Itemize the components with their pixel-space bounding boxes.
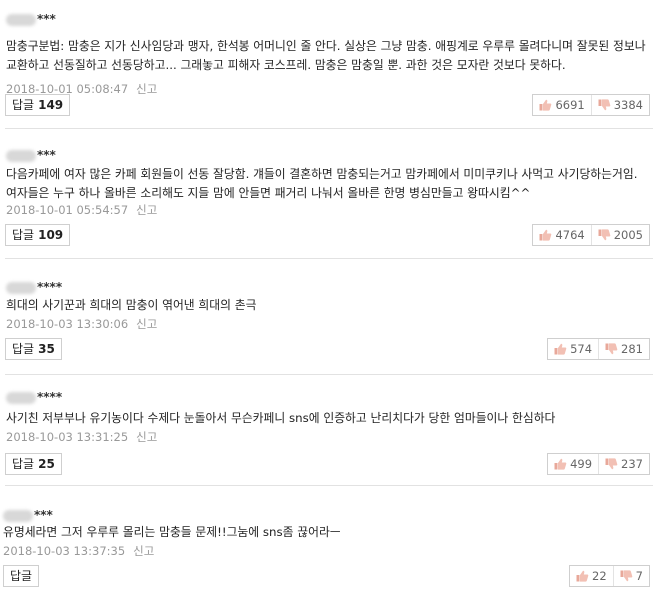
like-button[interactable]: 499 (548, 454, 598, 474)
dislike-button[interactable]: 237 (598, 454, 649, 474)
comment-date: 2018-10-01 05:54:57 (6, 203, 129, 217)
reply-button[interactable]: 답글 25 (5, 453, 62, 475)
comment-text: 다음카페에 여자 많은 카페 회원들이 선동 잘당함. 걔들이 결혼하면 맘충되… (6, 167, 638, 200)
thumbs-up-icon (554, 343, 567, 355)
thumbs-down-icon (620, 570, 632, 582)
dislike-count: 3384 (613, 98, 643, 112)
thumbs-down-icon (598, 229, 611, 241)
comment-divider (5, 374, 653, 375)
dislike-count: 7 (635, 569, 643, 583)
reply-label: 답글 (10, 569, 33, 583)
reply-button[interactable]: 답글 149 (5, 94, 71, 116)
comment-text: 희대의 사기꾼과 희대의 맘충이 엮어낸 희대의 촌극 (6, 298, 257, 312)
vote-group: 6691 3384 (532, 94, 650, 116)
like-button[interactable]: 574 (548, 339, 598, 359)
author-masked-name (6, 391, 36, 404)
report-link[interactable]: 신고 (136, 317, 157, 331)
author-masked-name (6, 281, 36, 294)
thumbs-down-icon (598, 99, 611, 111)
report-link[interactable]: 신고 (136, 82, 157, 96)
thumbs-down-icon (605, 458, 618, 470)
reply-button[interactable]: 답글 (3, 565, 40, 587)
reply-label: 답글 (12, 98, 35, 112)
thumbs-up-icon (576, 570, 589, 582)
comment-meta: 2018-10-03 13:30:06 신고 (6, 316, 157, 332)
dislike-count: 281 (621, 342, 643, 356)
comment-author: *** (6, 12, 56, 28)
like-count: 499 (570, 457, 593, 471)
comment-date: 2018-10-03 13:37:35 (3, 544, 126, 558)
report-link[interactable]: 신고 (133, 544, 154, 558)
author-masked-name (3, 509, 33, 522)
dislike-button[interactable]: 281 (598, 339, 649, 359)
like-button[interactable]: 4764 (533, 225, 590, 245)
comment-divider (5, 485, 653, 486)
comment-text: 유명세라면 그저 우루루 몰리는 맘충들 문제!!그눔에 sns좀 끊어라ㅡ (3, 525, 341, 539)
comment-author: **** (6, 280, 62, 296)
like-button[interactable]: 6691 (533, 95, 590, 115)
dislike-button[interactable]: 7 (612, 566, 649, 586)
dislike-button[interactable]: 3384 (590, 95, 649, 115)
reply-button[interactable]: 답글 35 (5, 338, 62, 360)
thumbs-down-icon (605, 343, 618, 355)
comment-divider (5, 128, 653, 129)
comment-meta: 2018-10-03 13:37:35 신고 (3, 543, 154, 559)
comment-author: *** (3, 508, 53, 524)
reply-count: 109 (38, 228, 64, 242)
like-count: 22 (592, 569, 607, 583)
like-button[interactable]: 22 (570, 566, 613, 586)
comment-date: 2018-10-03 13:31:25 (6, 430, 129, 444)
vote-group: 22 7 (569, 565, 650, 587)
thumbs-up-icon (539, 99, 552, 111)
dislike-count: 237 (621, 457, 643, 471)
dislike-count: 2005 (613, 228, 643, 242)
vote-group: 499 237 (547, 453, 650, 475)
reply-label: 답글 (12, 457, 35, 471)
comment-author: *** (6, 148, 56, 164)
comment-meta: 2018-10-01 05:54:57 신고 (6, 202, 157, 218)
report-link[interactable]: 신고 (136, 203, 157, 217)
like-count: 6691 (555, 98, 585, 112)
vote-group: 4764 2005 (532, 224, 650, 246)
dislike-button[interactable]: 2005 (590, 225, 649, 245)
report-link[interactable]: 신고 (136, 430, 157, 444)
thumbs-up-icon (539, 229, 552, 241)
vote-group: 574 281 (547, 338, 650, 360)
comment-text: 맘충구분법: 맘충은 지가 신사임당과 맹자, 한석봉 어머니인 줄 안다. 실… (6, 39, 646, 72)
comment-list: *** 맘충구분법: 맘충은 지가 신사임당과 맹자, 한석봉 어머니인 줄 안… (0, 0, 658, 603)
reply-count: 35 (38, 342, 55, 356)
author-masked-name (6, 149, 36, 162)
reply-count: 149 (38, 98, 64, 112)
comment-date: 2018-10-03 13:30:06 (6, 317, 129, 331)
thumbs-up-icon (554, 458, 567, 470)
comment-text: 사기친 저부부나 유기농이다 수제다 눈돌아서 무슨카페니 sns에 인증하고 … (6, 411, 556, 425)
comment-divider (5, 258, 653, 259)
comment-author: **** (6, 390, 62, 406)
reply-count: 25 (38, 457, 55, 471)
reply-button[interactable]: 답글 109 (5, 224, 71, 246)
author-masked-name (6, 13, 36, 26)
like-count: 574 (570, 342, 593, 356)
like-count: 4764 (555, 228, 585, 242)
reply-label: 답글 (12, 342, 35, 356)
reply-label: 답글 (12, 228, 35, 242)
comment-meta: 2018-10-03 13:31:25 신고 (6, 429, 157, 445)
